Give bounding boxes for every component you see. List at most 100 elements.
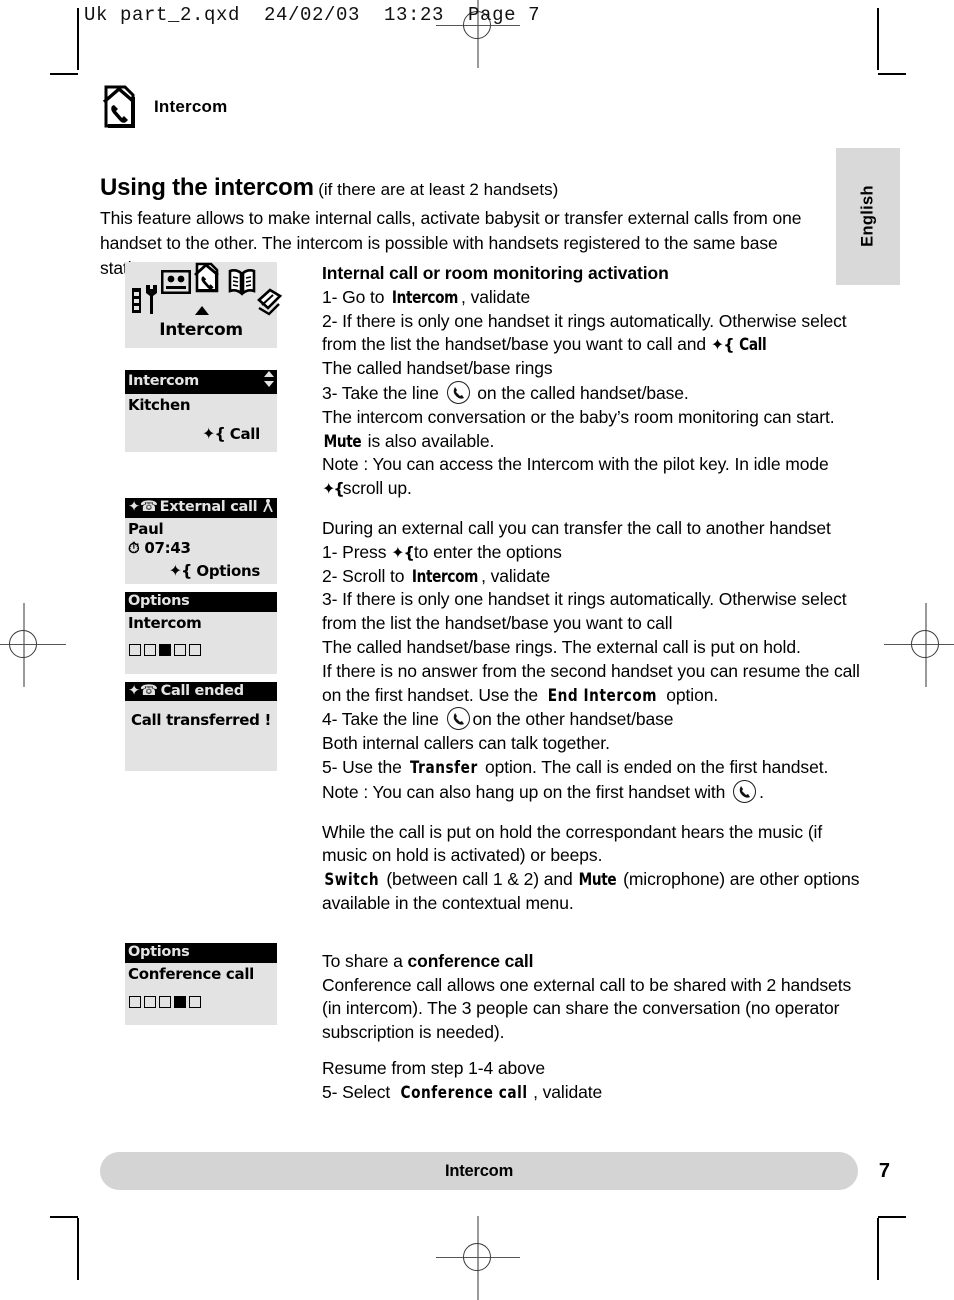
antenna-icon [258, 498, 274, 517]
step-text: is also available. [362, 430, 495, 451]
softkey-glyph-icon: ✦{ [202, 424, 226, 444]
step-text: 2- If there is only one handset it rings… [322, 310, 847, 355]
lcd-call-timer: 07:43 [144, 539, 191, 558]
carousel-label: Intercom [159, 320, 243, 340]
lcd-option-item: Intercom [128, 613, 202, 632]
lcd-title-bar: ✦☎ Call ended [125, 681, 277, 702]
conference-heading: To share a conference call [322, 950, 860, 974]
page-dot [159, 995, 171, 1008]
lcd-title-bar: Options [125, 591, 277, 612]
transfer-note-hangup: Note : You can also hang up on the first… [322, 779, 860, 805]
step-text: , validate [533, 1081, 603, 1102]
print-slug: Uk part_2.qxd 24/02/03 13:23 Page 7 [84, 4, 541, 26]
lcd-option-item: Conference call [128, 964, 255, 983]
lcd-softkey-label: Call [229, 425, 261, 444]
instruction-step-2: 2- If there is only one handset it rings… [322, 310, 860, 358]
lcd-title-bar: ✦☎ External call [125, 497, 277, 519]
page-content: Intercom Using the intercom (if there ar… [100, 80, 860, 281]
stopwatch-icon: ⏱ [128, 539, 140, 558]
intercom-house-phone-icon [193, 262, 221, 298]
instruction-block-heading: Internal call or room monitoring activat… [322, 263, 669, 283]
page-dot [189, 644, 201, 657]
lcd-screen-menu-carousel: Intercom [125, 262, 283, 348]
step-text: 1- Press [322, 541, 392, 562]
lcd-call-timer-row: ⏱ 07:43 [128, 539, 274, 558]
lcd-screen-options-conference: Options Conference call [125, 943, 277, 1025]
settings-tools-icon [131, 284, 157, 320]
lcd-softkey: ✦{ Call [128, 424, 274, 443]
page-dot-active [174, 995, 186, 1008]
step-text: (between call 1 & 2) and [381, 869, 578, 890]
sms-pages-icon [256, 288, 283, 320]
transfer-step-1: 1- Press ✦{to enter the options [322, 541, 860, 565]
page-dot [129, 995, 141, 1008]
answering-machine-icon [160, 269, 192, 298]
step-text: Note : You can also hang up on the first… [322, 781, 731, 802]
transfer-step-3: 3- If there is only one handset it rings… [322, 589, 847, 634]
step-text: on the called handset/base. [472, 382, 689, 403]
phonebook-book-icon [228, 268, 256, 300]
step-text: option. [661, 684, 719, 705]
step-text: to enter the options [413, 541, 562, 562]
page-dot-active [159, 644, 171, 657]
lcd-term: Transfer [409, 757, 478, 777]
page-dot [144, 644, 156, 657]
lcd-title-text: Options [128, 592, 190, 609]
transfer-note-both-talk: Both internal callers can talk together. [322, 733, 610, 754]
lcd-screen-options-intercom: Options Intercom [125, 591, 277, 674]
lcd-term: Mute [579, 870, 617, 890]
lcd-message: Call transferred ! [130, 711, 271, 730]
lcd-term: Conference call [400, 1082, 528, 1102]
step-text: , validate [461, 286, 531, 307]
lcd-term: Call [739, 335, 767, 355]
chapter-header: Intercom [100, 80, 860, 134]
section-heading-block: Using the intercom (if there are at leas… [100, 174, 860, 202]
conference-term: conference call [407, 950, 534, 971]
instruction-note-conversation: The intercom conversation or the baby’s … [322, 406, 835, 427]
transfer-step-4: 4- Take the line on the other handset/ba… [322, 707, 860, 732]
lcd-softkey: ✦{ Options [128, 561, 274, 580]
step-text: option. The call is ended on the first h… [480, 756, 829, 777]
transfer-intro: During an external call you can transfer… [322, 517, 831, 538]
screen-illustrations: Intercom Intercom Kitchen ✦{Call ✦☎ Ext… [125, 262, 310, 1025]
instruction-step-3: 3- Take the line on the called handset/b… [322, 380, 860, 406]
instruction-note-scroll-up: ✦{scroll up. [322, 477, 860, 501]
lcd-title-text: Options [128, 944, 190, 961]
lcd-screen-call-ended: ✦☎ Call ended Call transferred ! [125, 681, 277, 772]
step-text: on the other handset/base [472, 709, 674, 730]
lcd-title-bar: Intercom [125, 370, 277, 394]
lcd-softkey-label: Options [196, 561, 260, 580]
intercom-house-phone-icon [100, 85, 140, 129]
transfer-note-hold: The called handset/base rings. The exter… [322, 636, 801, 657]
lcd-title-text: Intercom [128, 373, 199, 389]
softkey-glyph-icon: ✦{ [391, 542, 415, 562]
switch-mute-note: Switch (between call 1 & 2) and Mute (mi… [322, 868, 860, 916]
instruction-note-pilot-key: Note : You can access the Intercom with … [322, 454, 829, 475]
lcd-term: Switch [324, 870, 380, 890]
lcd-term: End Intercom [547, 685, 657, 705]
transfer-step-5: 5- Use the Transfer option. The call is … [322, 756, 860, 780]
step-text: 2- Scroll to [322, 565, 410, 586]
page-footer: Intercom 7 [100, 1152, 890, 1190]
carousel-selection-caret [195, 306, 209, 315]
conference-description: Conference call allows one external call… [322, 974, 852, 1043]
softkey-handset-icon: ✦☎ [128, 682, 158, 699]
document-page: Uk part_2.qxd 24/02/03 13:23 Page 7 Engl… [0, 0, 954, 1283]
page-dot [174, 644, 186, 657]
page-number: 7 [878, 1160, 890, 1182]
step-text: To share a [322, 950, 408, 971]
take-line-key-icon [733, 779, 757, 803]
instruction-note-ringing: The called handset/base rings [322, 358, 553, 379]
lcd-caller-name: Paul [128, 520, 164, 539]
step-text: scroll up. [342, 478, 412, 499]
lcd-term: Intercom [412, 566, 479, 586]
step-text: 4- Take the line [322, 709, 444, 730]
lcd-screen-intercom-list: Intercom Kitchen ✦{ Call [125, 370, 277, 452]
pilot-key-icon: ✦{ [322, 479, 345, 499]
take-line-key-icon [446, 707, 470, 731]
step-text: 5- Select [322, 1081, 395, 1102]
lcd-term: Mute [323, 431, 362, 451]
lcd-screen-external-call: ✦☎ External call Paul ⏱ 07:43 ✦{Options [125, 497, 277, 584]
step-text: 1- Go to [322, 286, 390, 307]
